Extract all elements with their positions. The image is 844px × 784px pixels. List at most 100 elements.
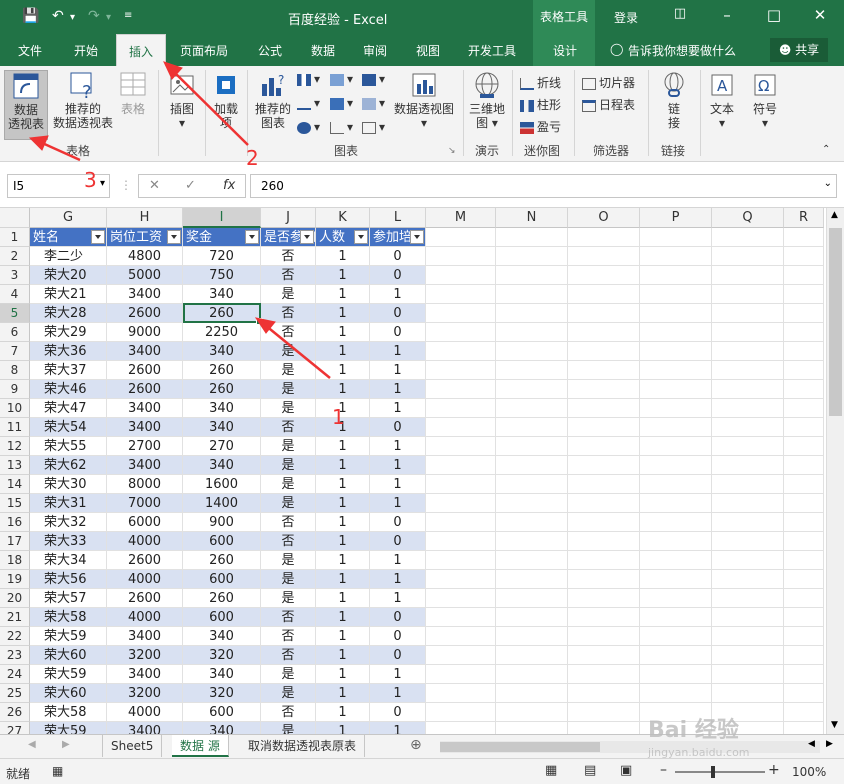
sheet-tab-sheet5[interactable]: Sheet5 bbox=[102, 735, 163, 757]
empty-cell[interactable] bbox=[784, 228, 824, 247]
illustrations-button[interactable]: 插图 ▾ bbox=[162, 70, 202, 140]
worksheet-grid[interactable]: GHIJKLMNOPQR 1 姓名 岗位工资 奖金 是否参加 人数 参加培训 2 李二少 4800… bbox=[0, 208, 844, 734]
column-header-h[interactable]: H bbox=[107, 208, 183, 228]
table-cell[interactable]: 1 bbox=[316, 342, 370, 361]
table-cell[interactable]: 3400 bbox=[107, 627, 183, 646]
vertical-scrollbar[interactable]: ▲ ▼ bbox=[826, 208, 844, 734]
empty-cell[interactable] bbox=[426, 323, 496, 342]
column-header-i[interactable]: I bbox=[183, 208, 261, 228]
share-button[interactable]: ☻ 共享 bbox=[770, 38, 828, 62]
sparkline-line-button[interactable]: 折线 bbox=[520, 74, 561, 91]
table-cell[interactable]: 李二少 bbox=[30, 247, 107, 266]
table-cell[interactable]: 是 bbox=[261, 285, 316, 304]
table-cell[interactable]: 0 bbox=[370, 646, 426, 665]
collapse-ribbon-icon[interactable]: ⌃ bbox=[822, 144, 830, 155]
row-header[interactable]: 21 bbox=[0, 608, 30, 627]
row-header[interactable]: 8 bbox=[0, 361, 30, 380]
table-cell[interactable]: 是 bbox=[261, 437, 316, 456]
empty-cell[interactable] bbox=[496, 361, 568, 380]
minimize-icon[interactable]: – bbox=[717, 6, 737, 24]
empty-cell[interactable] bbox=[426, 456, 496, 475]
empty-cell[interactable] bbox=[496, 532, 568, 551]
table-cell[interactable]: 1600 bbox=[183, 475, 261, 494]
empty-cell[interactable] bbox=[640, 608, 712, 627]
table-cell[interactable]: 340 bbox=[183, 342, 261, 361]
maximize-icon[interactable]: □ bbox=[764, 6, 784, 24]
empty-cell[interactable] bbox=[568, 589, 640, 608]
empty-cell[interactable] bbox=[568, 684, 640, 703]
plus-icon[interactable]: ⊕ bbox=[410, 737, 422, 753]
table-cell[interactable]: 600 bbox=[183, 703, 261, 722]
table-cell[interactable]: 荣大29 bbox=[30, 323, 107, 342]
empty-cell[interactable] bbox=[496, 304, 568, 323]
tab-view[interactable]: 视图 bbox=[416, 42, 440, 59]
empty-cell[interactable] bbox=[496, 285, 568, 304]
table-cell[interactable]: 3400 bbox=[107, 285, 183, 304]
empty-cell[interactable] bbox=[426, 703, 496, 722]
table-cell[interactable]: 340 bbox=[183, 627, 261, 646]
row-header[interactable]: 13 bbox=[0, 456, 30, 475]
table-cell[interactable]: 否 bbox=[261, 513, 316, 532]
empty-cell[interactable] bbox=[496, 703, 568, 722]
table-cell[interactable]: 260 bbox=[183, 589, 261, 608]
table-cell[interactable]: 3200 bbox=[107, 684, 183, 703]
empty-cell[interactable] bbox=[426, 608, 496, 627]
empty-cell[interactable] bbox=[712, 513, 784, 532]
table-cell[interactable]: 是 bbox=[261, 361, 316, 380]
save-icon[interactable]: 💾 bbox=[22, 8, 39, 24]
timeline-button[interactable]: 日程表 bbox=[582, 96, 635, 113]
empty-cell[interactable] bbox=[712, 399, 784, 418]
empty-cell[interactable] bbox=[568, 608, 640, 627]
empty-cell[interactable] bbox=[784, 551, 824, 570]
column-header-g[interactable]: G bbox=[30, 208, 107, 228]
empty-cell[interactable] bbox=[568, 665, 640, 684]
empty-cell[interactable] bbox=[426, 228, 496, 247]
vertical-scroll-thumb[interactable] bbox=[829, 228, 842, 416]
empty-cell[interactable] bbox=[496, 722, 568, 734]
table-cell[interactable]: 荣大55 bbox=[30, 437, 107, 456]
empty-cell[interactable] bbox=[640, 266, 712, 285]
macro-record-icon[interactable]: ▦ bbox=[52, 764, 63, 778]
scroll-left-icon[interactable]: ◀ bbox=[808, 739, 815, 749]
table-cell[interactable]: 1 bbox=[370, 722, 426, 734]
table-cell[interactable]: 0 bbox=[370, 703, 426, 722]
empty-cell[interactable] bbox=[496, 475, 568, 494]
empty-cell[interactable] bbox=[496, 399, 568, 418]
table-cell[interactable]: 是 bbox=[261, 665, 316, 684]
filter-dropdown-icon[interactable] bbox=[91, 230, 105, 244]
tab-design[interactable]: 设计 bbox=[553, 42, 577, 59]
empty-cell[interactable] bbox=[640, 418, 712, 437]
area-chart-icon[interactable]: ▾ bbox=[330, 96, 353, 110]
empty-cell[interactable] bbox=[496, 646, 568, 665]
combo-chart-icon[interactable]: ▾ bbox=[362, 120, 385, 134]
empty-cell[interactable] bbox=[568, 456, 640, 475]
table-cell[interactable]: 1 bbox=[316, 380, 370, 399]
empty-cell[interactable] bbox=[640, 361, 712, 380]
table-cell[interactable]: 否 bbox=[261, 266, 316, 285]
table-cell[interactable]: 320 bbox=[183, 684, 261, 703]
table-cell[interactable]: 荣大60 bbox=[30, 684, 107, 703]
table-cell[interactable]: 1 bbox=[370, 475, 426, 494]
table-header-cell[interactable]: 是否参加 bbox=[261, 228, 316, 247]
empty-cell[interactable] bbox=[568, 399, 640, 418]
empty-cell[interactable] bbox=[568, 418, 640, 437]
empty-cell[interactable] bbox=[712, 228, 784, 247]
table-cell[interactable]: 否 bbox=[261, 627, 316, 646]
table-cell[interactable]: 8000 bbox=[107, 475, 183, 494]
table-cell[interactable]: 3400 bbox=[107, 399, 183, 418]
table-cell[interactable]: 是 bbox=[261, 570, 316, 589]
column-chart-icon[interactable]: ▾ bbox=[297, 72, 320, 86]
empty-cell[interactable] bbox=[784, 380, 824, 399]
table-cell[interactable]: 3400 bbox=[107, 418, 183, 437]
undo-dropdown-icon[interactable]: ▾ bbox=[70, 12, 75, 23]
table-cell[interactable]: 270 bbox=[183, 437, 261, 456]
empty-cell[interactable] bbox=[712, 627, 784, 646]
empty-cell[interactable] bbox=[426, 304, 496, 323]
empty-cell[interactable] bbox=[784, 646, 824, 665]
table-cell[interactable]: 是 bbox=[261, 551, 316, 570]
empty-cell[interactable] bbox=[496, 418, 568, 437]
empty-cell[interactable] bbox=[640, 228, 712, 247]
table-cell[interactable]: 9000 bbox=[107, 323, 183, 342]
column-header-p[interactable]: P bbox=[640, 208, 712, 228]
empty-cell[interactable] bbox=[496, 323, 568, 342]
